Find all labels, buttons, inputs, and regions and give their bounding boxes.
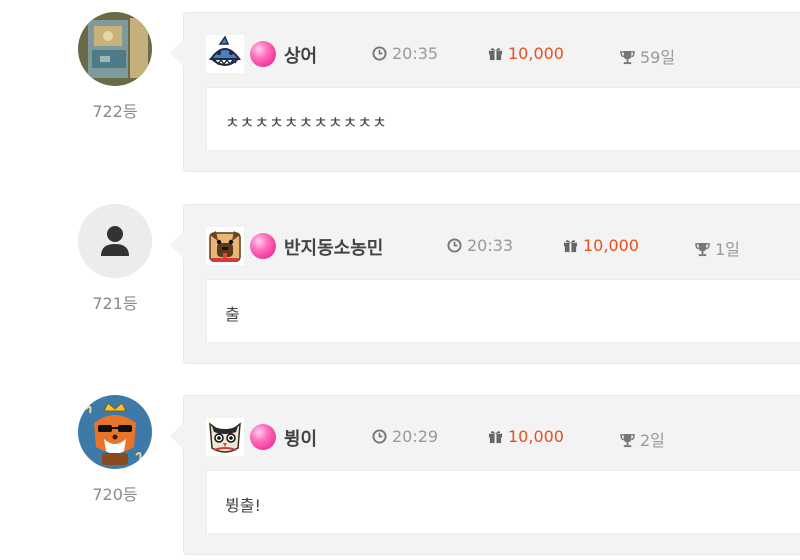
comment-time: 20:29 — [372, 427, 438, 448]
gift-value: 10,000 — [508, 427, 564, 446]
trophy-value: 59일 — [640, 48, 676, 67]
shark-icon — [206, 35, 244, 73]
owl-icon — [206, 418, 244, 456]
clock-icon — [372, 429, 387, 448]
trophy-icon — [620, 50, 635, 69]
time-value: 20:35 — [392, 44, 439, 63]
gift-points: 10,000 — [563, 236, 639, 257]
attendance-days: 1일 — [695, 236, 740, 261]
comment-time: 20:35 — [372, 44, 438, 65]
gift-icon — [488, 46, 503, 65]
trophy-icon — [620, 433, 635, 452]
pug-icon — [206, 227, 244, 265]
trophy-value: 1일 — [715, 240, 740, 259]
clock-icon — [447, 238, 462, 257]
default-user-icon — [78, 204, 152, 278]
user-avatar[interactable] — [78, 395, 152, 469]
clock-icon — [372, 46, 387, 65]
nickname[interactable]: 상어 — [284, 42, 317, 68]
candy-level-icon — [250, 41, 276, 67]
gift-icon — [563, 238, 578, 257]
comment-bubble: 반지동소농민 20:33 10,000 1일 출 — [170, 204, 800, 364]
gift-value: 10,000 — [583, 236, 639, 255]
attendance-days: 59일 — [620, 44, 675, 69]
comment-entry: 721등 반지동소농민 20:33 10,000 1일 출 — [0, 204, 800, 366]
gift-value: 10,000 — [508, 44, 564, 63]
comment-message: ㅊㅊㅊㅊㅊㅊㅊㅊㅊㅊㅊ — [206, 87, 800, 151]
comment-meta: 반지동소농민 20:33 10,000 1일 — [184, 227, 800, 265]
rank-label: 722등 — [92, 102, 138, 121]
photo-avatar-icon — [78, 12, 152, 86]
attendance-days: 2일 — [620, 427, 665, 452]
nickname[interactable]: 반지동소농민 — [284, 234, 383, 260]
rank-label: 721등 — [92, 294, 138, 313]
gift-points: 10,000 — [488, 44, 564, 65]
comment-bubble: 상어 20:35 10,000 59일 ㅊㅊㅊㅊㅊㅊㅊㅊㅊㅊㅊ — [170, 12, 800, 172]
comment-entry: 722등 상어 20:35 10,000 59일 ㅊㅊㅊㅊㅊㅊㅊㅊㅊㅊㅊ — [0, 12, 800, 174]
nickname[interactable]: 뷩이 — [284, 425, 317, 451]
candy-level-icon — [250, 233, 276, 259]
comment-message: 출 — [206, 279, 800, 343]
candy-level-icon — [250, 424, 276, 450]
time-value: 20:29 — [392, 427, 439, 446]
user-avatar[interactable] — [78, 12, 152, 86]
comment-bubble: 뷩이 20:29 10,000 2일 뷩출! — [170, 395, 800, 555]
comment-meta: 뷩이 20:29 10,000 2일 — [184, 418, 800, 456]
comment-time: 20:33 — [447, 236, 513, 257]
user-avatar[interactable] — [78, 204, 152, 278]
comment-message: 뷩출! — [206, 470, 800, 534]
fox-with-crown-icon — [78, 395, 152, 469]
comment-meta: 상어 20:35 10,000 59일 — [184, 35, 800, 73]
time-value: 20:33 — [467, 236, 514, 255]
gift-points: 10,000 — [488, 427, 564, 448]
trophy-value: 2일 — [640, 431, 665, 450]
gift-icon — [488, 429, 503, 448]
rank-label: 720등 — [92, 485, 138, 504]
trophy-icon — [695, 242, 710, 261]
comment-entry: 720등 뷩이 20:29 10,000 2일 뷩출! — [0, 395, 800, 557]
